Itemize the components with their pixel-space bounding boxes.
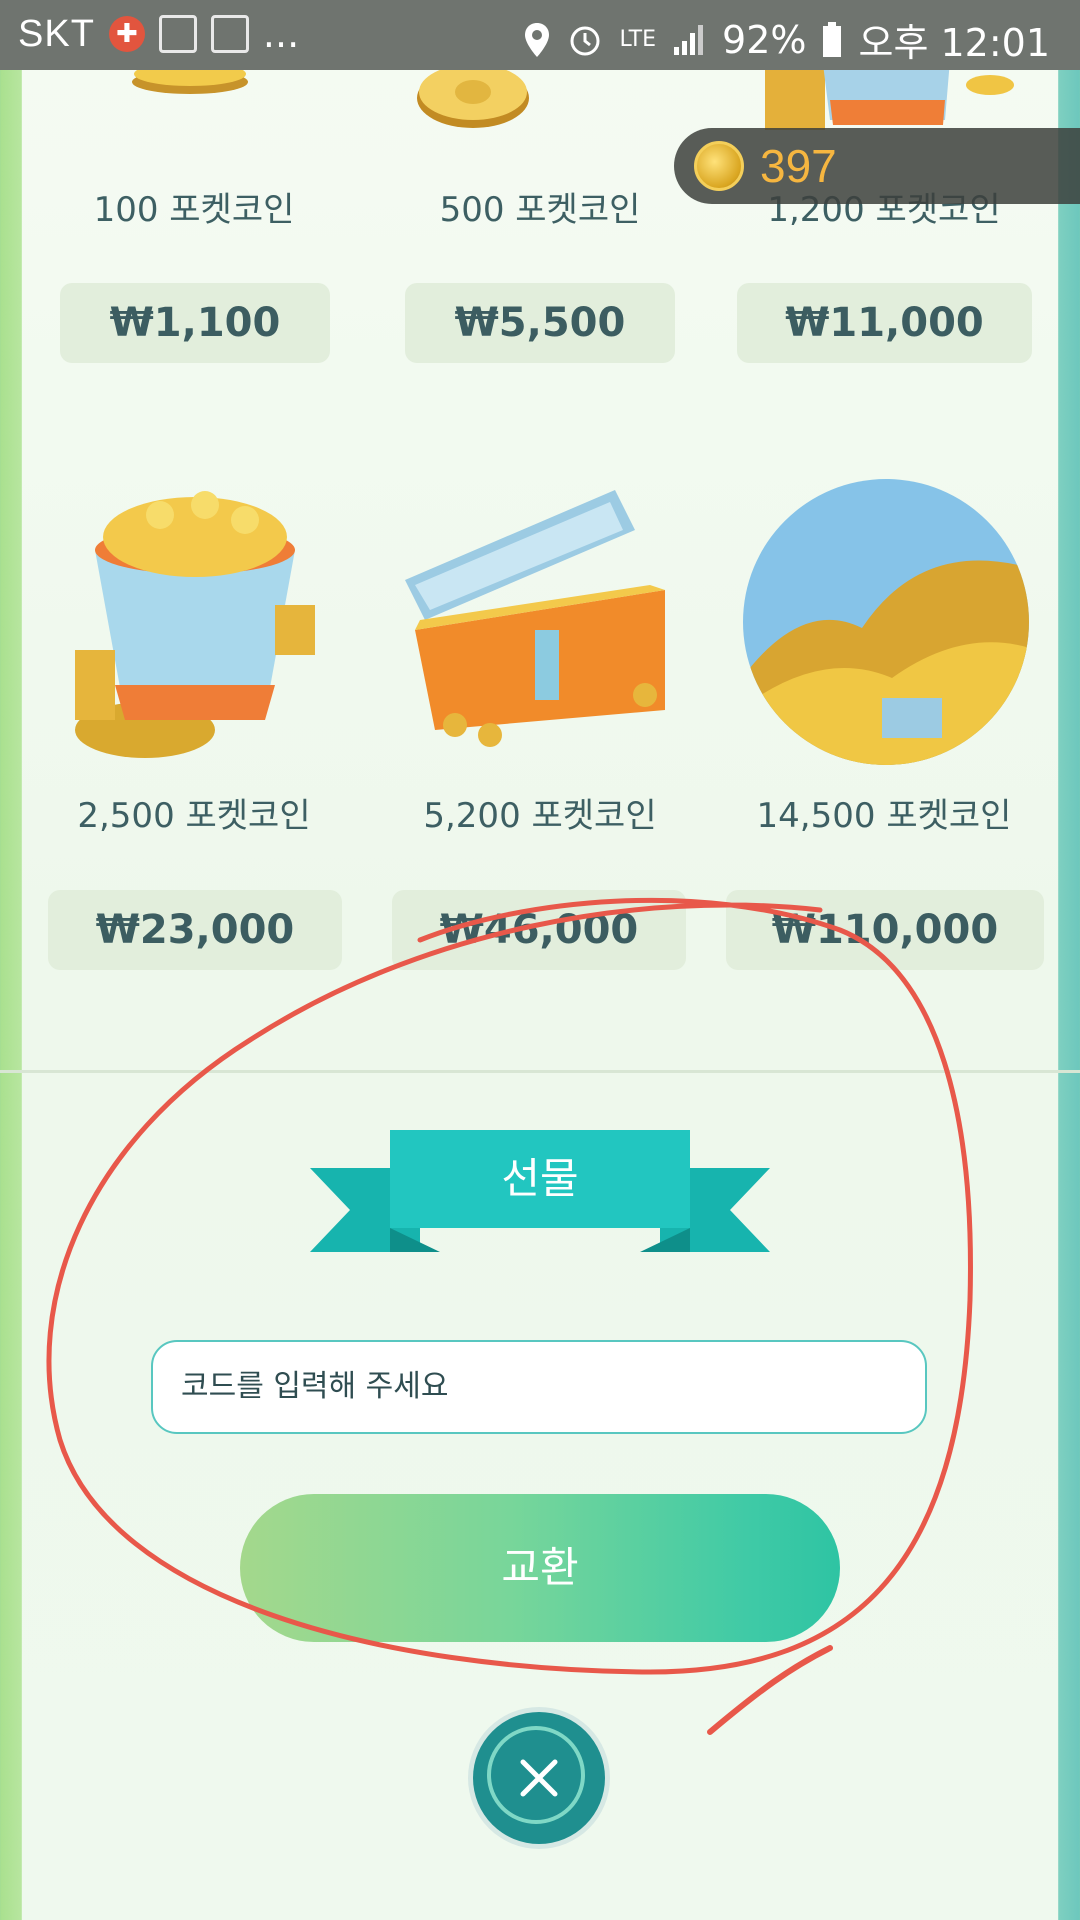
battery-percent: 92%	[722, 17, 807, 62]
price-button-1200[interactable]: ₩11,000	[737, 283, 1032, 363]
app-notification-icon	[158, 15, 197, 53]
pokecoin-icon	[694, 141, 744, 191]
price-button-500[interactable]: ₩5,500	[405, 283, 675, 363]
network-type: LTE	[619, 27, 657, 52]
clock: 오후 12:01	[858, 21, 1050, 65]
price-button-5200[interactable]: ₩46,000	[392, 890, 686, 970]
section-divider	[0, 1070, 1080, 1073]
battery-icon	[822, 21, 842, 58]
price-button-14500[interactable]: ₩110,000	[726, 890, 1044, 970]
carrier-label: SKT	[18, 12, 95, 55]
gift-code-input[interactable]: 코드를 입력해 주세요	[151, 1340, 927, 1434]
coin-chest-image-5200	[395, 480, 685, 760]
signal-icon	[672, 23, 706, 57]
gift-title: 선물	[390, 1130, 690, 1228]
more-notifications: ...	[262, 12, 300, 56]
close-icon	[520, 1759, 558, 1797]
product-label-100: 100 포켓코인	[93, 190, 295, 230]
coin-balance-display: 397	[674, 128, 1080, 204]
product-label-2500: 2,500 포켓코인	[77, 796, 311, 836]
gift-ribbon: 선물	[310, 1130, 770, 1255]
exchange-button[interactable]: 교환	[240, 1494, 840, 1642]
close-button[interactable]	[473, 1712, 605, 1844]
coin-mountain-image-14500	[742, 478, 1030, 766]
alarm-icon	[567, 22, 603, 58]
game-notification-icon: ✚	[108, 16, 145, 52]
status-bar: SKT ✚ ... LTE 92% 오후 12:01	[0, 0, 1080, 70]
product-label-500: 500 포켓코인	[439, 190, 641, 230]
product-label-14500: 14,500 포켓코인	[756, 796, 1012, 836]
gallery-notification-icon	[210, 15, 249, 53]
coin-bucket-image-2500	[65, 475, 325, 765]
coin-balance: 397	[760, 140, 837, 192]
price-button-2500[interactable]: ₩23,000	[48, 890, 342, 970]
location-icon	[523, 21, 551, 59]
price-button-100[interactable]: ₩1,100	[60, 283, 330, 363]
product-label-5200: 5,200 포켓코인	[423, 796, 657, 836]
